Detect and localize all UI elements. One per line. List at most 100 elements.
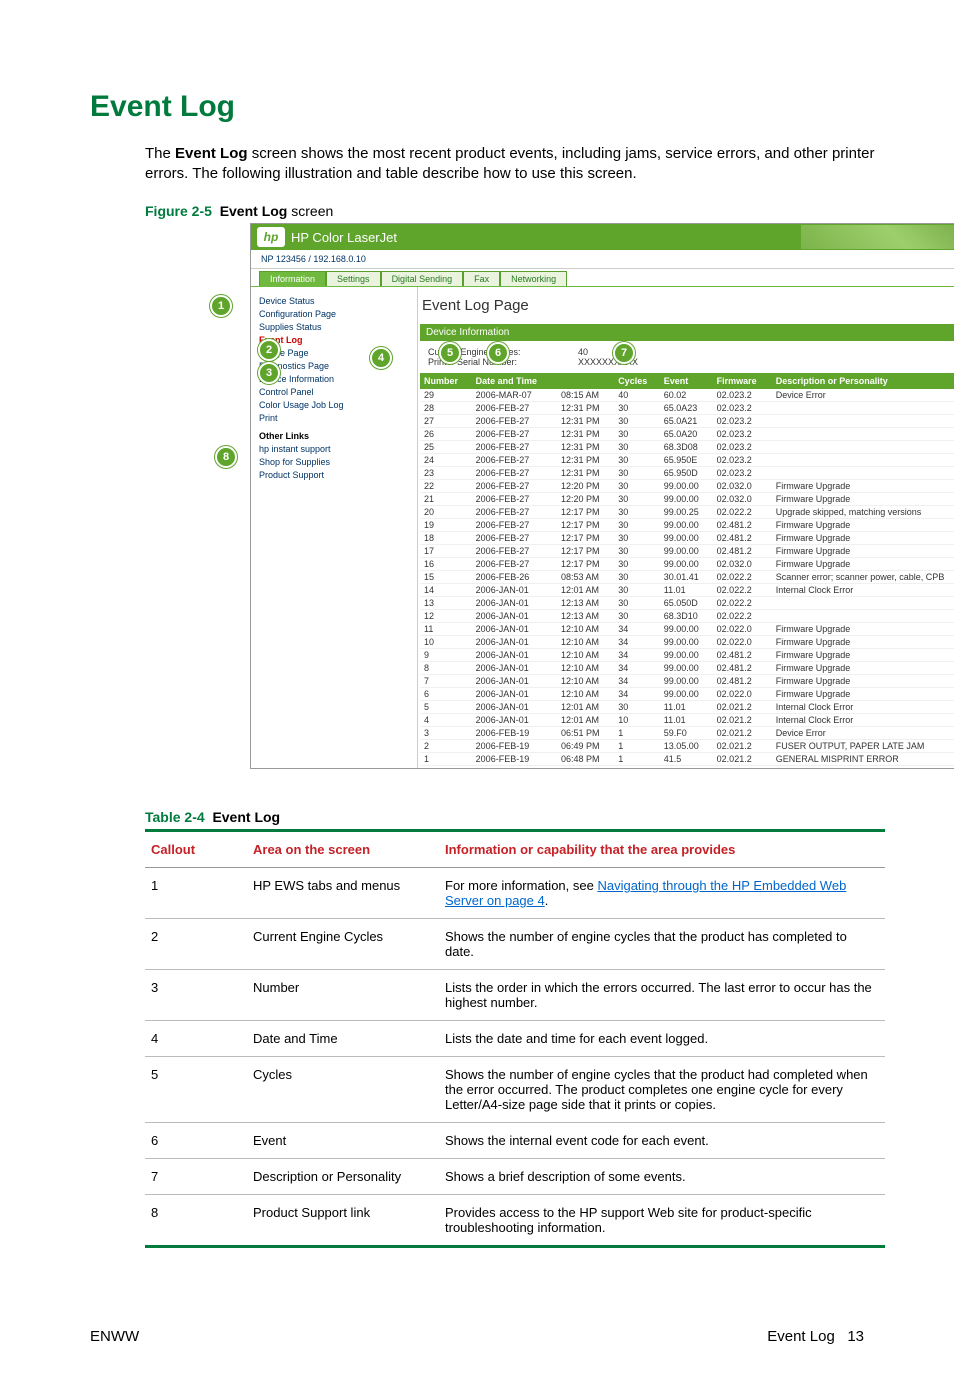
ss-main-title: Event Log Page: [422, 297, 954, 314]
callout-table-head: Callout: [145, 831, 247, 868]
sidebar-link-hp-instant-support[interactable]: hp instant support: [259, 444, 409, 454]
callout-table-row: 8Product Support linkProvides access to …: [145, 1195, 885, 1247]
event-log-screenshot: hp HP Color LaserJet NP 123456 / 192.168…: [250, 223, 954, 769]
footer-left: ENWW: [90, 1328, 139, 1345]
sidebar-item-device-status[interactable]: Device Status: [259, 296, 409, 306]
ss-banner: [397, 225, 954, 249]
figure-bold: Event Log: [220, 203, 288, 219]
ss-table-row: 102006-JAN-0112:10 AM3499.00.0002.022.0F…: [420, 636, 954, 649]
sidebar-item-supplies-status[interactable]: Supplies Status: [259, 322, 409, 332]
ss-table-row: 272006-FEB-2712:31 PM3065.0A2102.023.2: [420, 415, 954, 428]
tab-fax[interactable]: Fax: [463, 271, 500, 286]
callout-8: 8: [215, 446, 237, 468]
ss-titlebar: hp HP Color LaserJet: [251, 224, 954, 250]
hp-logo-icon: hp: [257, 227, 285, 247]
callout-2: 2: [258, 339, 280, 361]
ss-col-head: Event: [660, 373, 713, 389]
callout-3: 3: [258, 362, 280, 384]
ss-subheader: NP 123456 / 192.168.0.10: [251, 250, 954, 269]
intro-post: screen shows the most recent product eve…: [145, 145, 874, 182]
table-label: Table 2-4: [145, 809, 205, 825]
table-caption: Table 2-4 Event Log: [145, 809, 914, 825]
ss-table-row: 182006-FEB-2712:17 PM3099.00.0002.481.2F…: [420, 532, 954, 545]
ss-table-row: 202006-FEB-2712:17 PM3099.00.2502.022.2U…: [420, 506, 954, 519]
tab-digital-sending[interactable]: Digital Sending: [381, 271, 464, 286]
meta-value-serial: XXXXXXXXXX: [578, 357, 728, 367]
sidebar-group-other-links: Other Links: [259, 431, 409, 441]
ss-product-title: HP Color LaserJet: [291, 230, 397, 245]
ss-table-row: 292006-MAR-0708:15 AM4060.0202.023.2Devi…: [420, 389, 954, 402]
tab-networking[interactable]: Networking: [500, 271, 567, 286]
callout-table-row: 5CyclesShows the number of engine cycles…: [145, 1057, 885, 1123]
intro-text: The Event Log screen shows the most rece…: [145, 144, 914, 183]
ss-table-row: 282006-FEB-2712:31 PM3065.0A2302.023.2: [420, 402, 954, 415]
sidebar-link-shop-for-supplies[interactable]: Shop for Supplies: [259, 457, 409, 467]
ss-table-row: 122006-JAN-0112:13 AM3068.3D1002.022.2: [420, 610, 954, 623]
callout-4: 4: [370, 347, 392, 369]
callout-table-row: 1HP EWS tabs and menusFor more informati…: [145, 868, 885, 919]
callout-table-row: 2Current Engine CyclesShows the number o…: [145, 919, 885, 970]
footer-right-text: Event Log: [767, 1328, 835, 1345]
sidebar-item-print[interactable]: Print: [259, 413, 409, 423]
sidebar-item-control-panel[interactable]: Control Panel: [259, 387, 409, 397]
ss-table-row: 42006-JAN-0112:01 AM1011.0102.021.2Inter…: [420, 714, 954, 727]
ss-table-row: 142006-JAN-0112:01 AM3011.0102.022.2Inte…: [420, 584, 954, 597]
ss-table-row: 12006-FEB-1906:48 PM141.502.021.2GENERAL…: [420, 753, 954, 766]
ss-col-head: Firmware: [713, 373, 772, 389]
sidebar-item-event-log[interactable]: Event Log: [259, 335, 409, 345]
ss-col-head: Number: [420, 373, 472, 389]
callout-table-head: Area on the screen: [247, 831, 439, 868]
ss-table-row: 192006-FEB-2712:17 PM3099.00.0002.481.2F…: [420, 519, 954, 532]
ss-col-head: Date and Time: [472, 373, 557, 389]
ss-table-row: 22006-FEB-1906:49 PM113.05.0002.021.2FUS…: [420, 740, 954, 753]
callout-table-row: 4Date and TimeLists the date and time fo…: [145, 1021, 885, 1057]
ss-table-row: 162006-FEB-2712:17 PM3099.00.0002.032.0F…: [420, 558, 954, 571]
ss-col-head: Cycles: [614, 373, 660, 389]
ss-table-row: 92006-JAN-0112:10 AM3499.00.0002.481.2Fi…: [420, 649, 954, 662]
sidebar-item-configuration-page[interactable]: Configuration Page: [259, 309, 409, 319]
ss-table-row: 222006-FEB-2712:20 PM3099.00.0002.032.0F…: [420, 480, 954, 493]
ss-table-row: 152006-FEB-2608:53 AM3030.01.4102.022.2S…: [420, 571, 954, 584]
figure-label: Figure 2-5: [145, 203, 212, 219]
callout-table-row: 7Description or PersonalityShows a brief…: [145, 1159, 885, 1195]
meta-value-cycles: 40: [578, 347, 728, 357]
ss-table-row: 232006-FEB-2712:31 PM3065.950D02.023.2: [420, 467, 954, 480]
intro-bold: Event Log: [175, 145, 248, 162]
callout-7: 7: [613, 342, 635, 364]
footer-page-num: 13: [847, 1328, 864, 1345]
ss-table-row: 212006-FEB-2712:20 PM3099.00.0002.032.0F…: [420, 493, 954, 506]
ss-table-row: 72006-JAN-0112:10 AM3499.00.0002.481.2Fi…: [420, 675, 954, 688]
ss-sidebar: Device Status Configuration Page Supplies …: [251, 287, 418, 768]
ss-col-head: Description or Personality: [772, 373, 954, 389]
ss-panel-head: Device Information: [420, 324, 954, 341]
callout-5: 5: [439, 342, 461, 364]
callout-1: 1: [210, 295, 232, 317]
sidebar-item-device-information[interactable]: Device Information: [259, 374, 409, 384]
callout-table: CalloutArea on the screenInformation or …: [145, 829, 885, 1248]
callout-table-row: 6EventShows the internal event code for …: [145, 1123, 885, 1159]
ss-table-row: 52006-JAN-0112:01 AM3011.0102.021.2Inter…: [420, 701, 954, 714]
table-bold: Event Log: [212, 809, 280, 825]
ss-table-row: 132006-JAN-0112:13 AM3065.050D02.022.2: [420, 597, 954, 610]
ss-table-row: 112006-JAN-0112:10 AM3499.00.0002.022.0F…: [420, 623, 954, 636]
figure-caption: Figure 2-5 Event Log screen: [145, 203, 914, 219]
ss-col-head: [557, 373, 614, 389]
callout-6: 6: [487, 342, 509, 364]
ss-tabstrip: InformationSettingsDigital SendingFaxNet…: [251, 269, 954, 286]
page-title: Event Log: [90, 90, 914, 124]
callout-table-row: 3NumberLists the order in which the erro…: [145, 970, 885, 1021]
ss-table-row: 82006-JAN-0112:10 AM3499.00.0002.481.2Fi…: [420, 662, 954, 675]
sidebar-link-product-support[interactable]: Product Support: [259, 470, 409, 480]
tab-settings[interactable]: Settings: [326, 271, 381, 286]
ss-table-row: 172006-FEB-2712:17 PM3099.00.0002.481.2F…: [420, 545, 954, 558]
ss-table-row: 252006-FEB-2712:31 PM3068.3D0802.023.2: [420, 441, 954, 454]
tab-information[interactable]: Information: [259, 271, 326, 286]
callout-table-head: Information or capability that the area …: [439, 831, 885, 868]
ss-table-row: 62006-JAN-0112:10 AM3499.00.0002.022.0Fi…: [420, 688, 954, 701]
ss-event-table: NumberDate and Time CyclesEventFirmwareDe…: [420, 373, 954, 766]
ss-table-row: 242006-FEB-2712:31 PM3065.950E02.023.2: [420, 454, 954, 467]
sidebar-item-color-usage-job-log[interactable]: Color Usage Job Log: [259, 400, 409, 410]
ss-table-row: 262006-FEB-2712:31 PM3065.0A2002.023.2: [420, 428, 954, 441]
figure-rest: screen: [287, 203, 333, 219]
ss-table-row: 32006-FEB-1906:51 PM159.F002.021.2Device…: [420, 727, 954, 740]
